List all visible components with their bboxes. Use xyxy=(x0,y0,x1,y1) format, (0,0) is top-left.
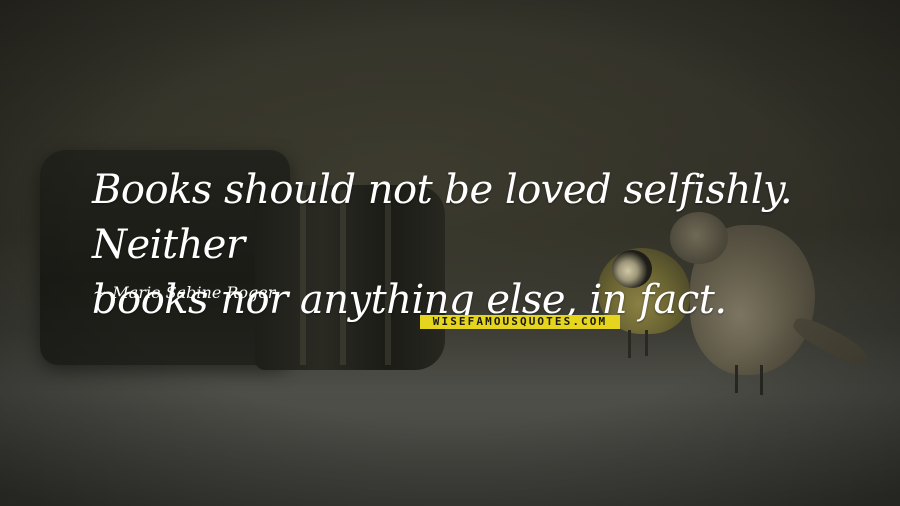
site-watermark: WISEFAMOUSQUOTES.COM xyxy=(420,315,620,329)
quote-author: ~ Marie Sabine Roger xyxy=(93,283,275,302)
quote-text: Books should not be loved selfishly. Nei… xyxy=(92,163,852,328)
author-name: Marie Sabine Roger xyxy=(112,283,276,302)
quote-line-1: Books should not be loved selfishly. Nei… xyxy=(92,167,793,268)
quote-card: Books should not be loved selfishly. Nei… xyxy=(0,0,900,506)
author-prefix: ~ xyxy=(93,283,107,302)
